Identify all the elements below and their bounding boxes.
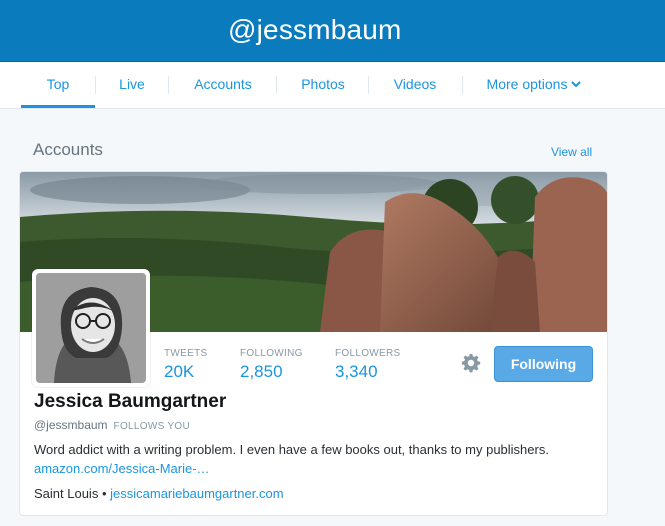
followers-label: FOLLOWERS — [335, 348, 401, 359]
profile-name[interactable]: Jessica Baumgartner — [34, 391, 226, 413]
following-button[interactable]: Following — [494, 346, 593, 382]
nav-divider — [95, 76, 96, 94]
following-count[interactable]: 2,850 — [240, 362, 283, 382]
followers-count[interactable]: 3,340 — [335, 362, 378, 382]
view-all-link[interactable]: View all — [551, 145, 592, 159]
tweets-label: TWEETS — [164, 348, 208, 359]
separator-dot: • — [101, 486, 107, 501]
tab-top[interactable]: Top — [21, 62, 95, 108]
tab-live[interactable]: Live — [105, 62, 159, 108]
page-header: @jessmbaum — [0, 0, 665, 62]
profile-location-row: Saint Louis • jessicamariebaumgartner.co… — [34, 486, 284, 501]
search-query-title: @jessmbaum — [228, 14, 402, 45]
nav-divider — [368, 76, 369, 94]
nav-divider — [462, 76, 463, 94]
tweets-count[interactable]: 20K — [164, 362, 194, 382]
avatar[interactable] — [32, 269, 150, 387]
bio-link[interactable]: amazon.com/Jessica-Marie-… — [34, 461, 210, 476]
bio-text: Word addict with a writing problem. I ev… — [34, 442, 549, 457]
profile-handle[interactable]: @jessmbaum — [34, 418, 108, 432]
nav-divider — [168, 76, 169, 94]
section-title: Accounts — [33, 140, 103, 159]
search-nav: Top Live Accounts Photos Videos More opt… — [0, 62, 665, 109]
avatar-photo — [36, 273, 146, 383]
more-options-label: More options — [486, 76, 568, 92]
nav-divider — [276, 76, 277, 94]
tab-videos[interactable]: Videos — [380, 62, 450, 108]
chevron-down-icon — [571, 81, 582, 88]
tab-accounts[interactable]: Accounts — [180, 62, 266, 108]
gear-icon[interactable] — [460, 352, 482, 374]
profile-bio: Word addict with a writing problem. I ev… — [34, 440, 584, 478]
tab-photos[interactable]: Photos — [288, 62, 358, 108]
follows-you-badge: FOLLOWS YOU — [113, 421, 191, 432]
tab-more-options[interactable]: More options — [476, 62, 592, 108]
profile-website-link[interactable]: jessicamariebaumgartner.com — [110, 486, 283, 501]
profile-card[interactable]: TWEETS 20K FOLLOWING 2,850 FOLLOWERS 3,3… — [19, 171, 608, 516]
handle-row: @jessmbaum FOLLOWS YOU — [34, 418, 190, 432]
following-label: FOLLOWING — [240, 348, 303, 359]
profile-location: Saint Louis — [34, 486, 99, 501]
